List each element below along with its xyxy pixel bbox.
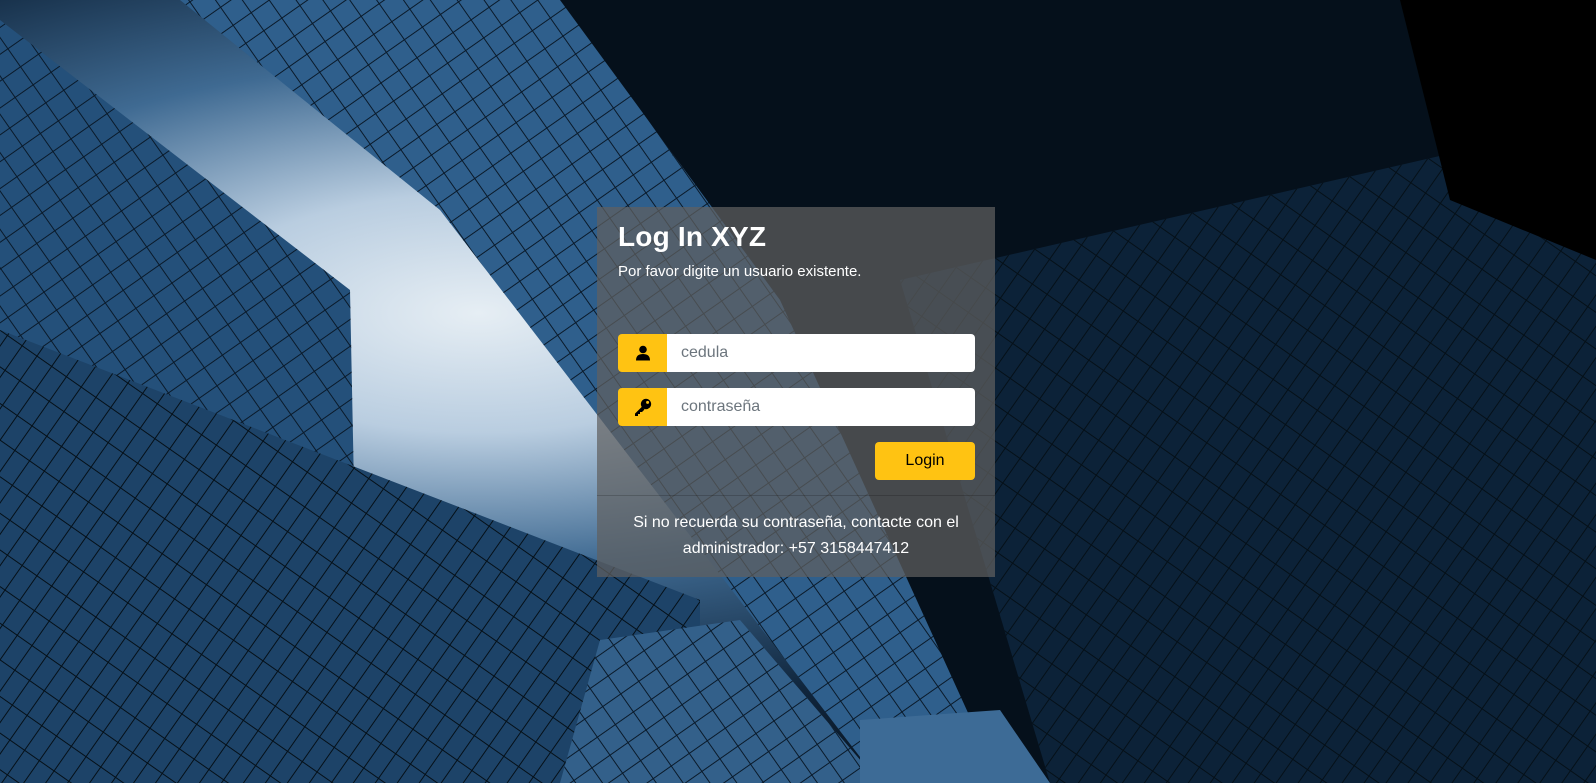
- user-input-group: [618, 334, 975, 372]
- page-subtitle: Por favor digite un usuario existente.: [618, 263, 862, 280]
- key-icon: [618, 388, 667, 426]
- card-footer: Si no recuerda su contraseña, contacte c…: [597, 495, 995, 577]
- footer-text-line-1: Si no recuerda su contraseña, contacte c…: [633, 514, 959, 531]
- user-icon: [618, 334, 667, 372]
- password-input[interactable]: [667, 388, 975, 426]
- login-card-body: Log In XYZ Por favor digite un usuario e…: [597, 207, 995, 495]
- footer-text-line-2: administrador: +57 3158447412: [682, 540, 910, 557]
- login-button[interactable]: Login: [875, 442, 975, 480]
- login-card: Log In XYZ Por favor digite un usuario e…: [597, 207, 995, 577]
- cedula-input[interactable]: [667, 334, 975, 372]
- page-title: Log In XYZ: [618, 221, 767, 252]
- password-input-group: [618, 388, 975, 426]
